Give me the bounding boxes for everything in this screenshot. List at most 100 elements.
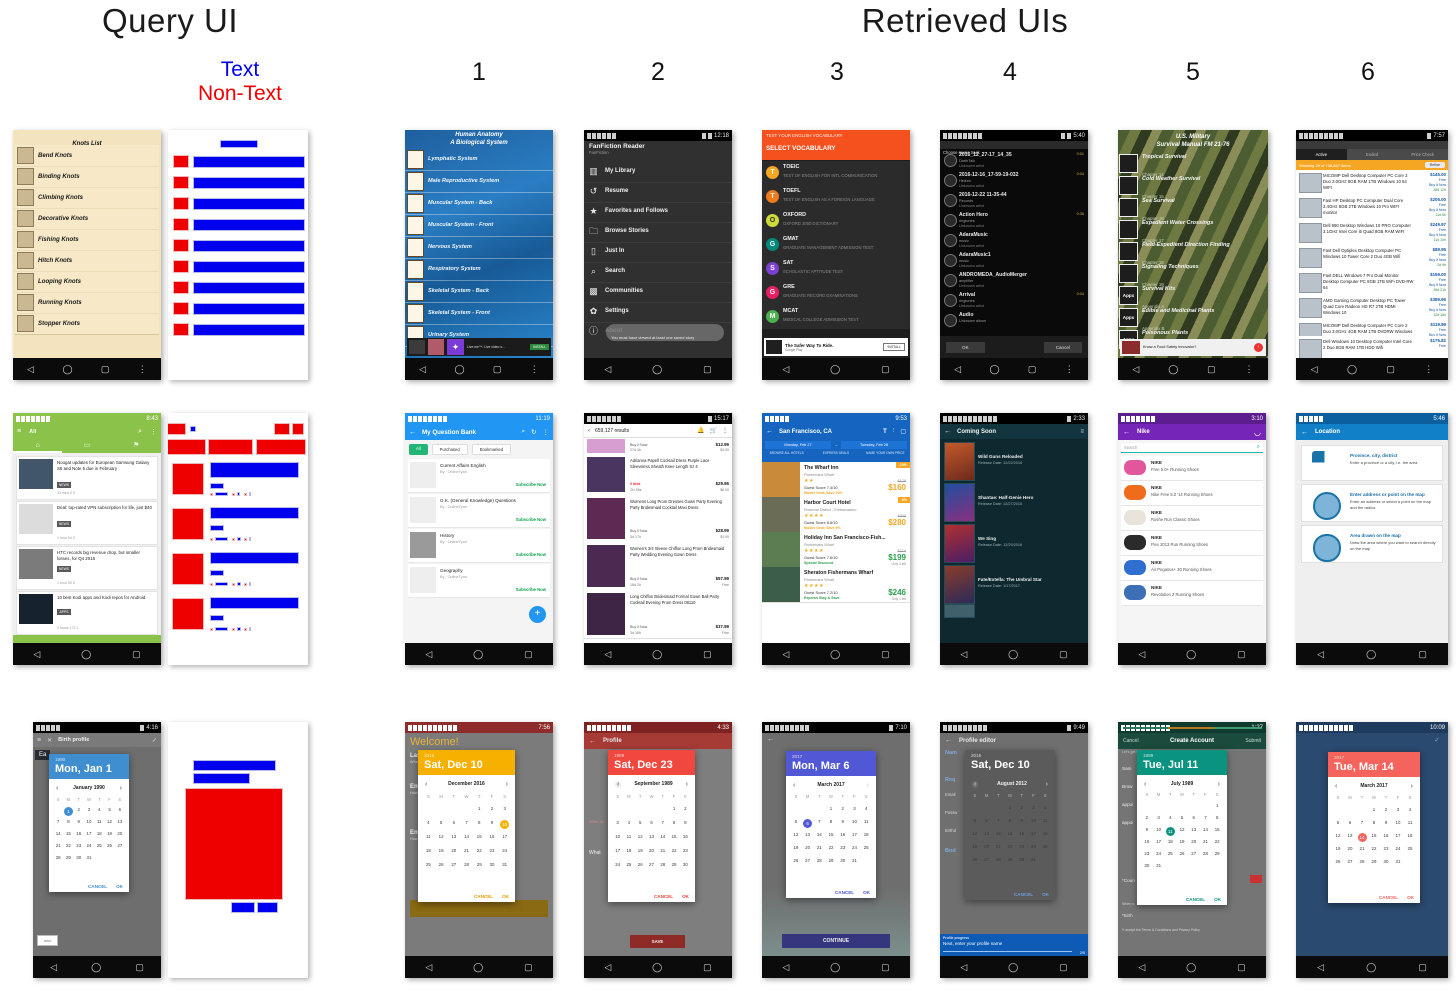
calendar-week[interactable]: 4 5 6 7 8 9 10 (422, 820, 511, 829)
calendar-week[interactable]: 5 6 7 8 9 10 11 (790, 819, 872, 828)
track-item[interactable]: ANDROMEDA_AudioMerger amplifier Unknown ar… (940, 270, 1088, 290)
recents-square-icon[interactable]: ▢ (881, 364, 890, 374)
android-navbar[interactable]: ◁ ◯ ▢ (33, 956, 161, 978)
subscribe-button[interactable]: Subscribe Now (516, 587, 546, 592)
recents-square-icon[interactable]: ▢ (881, 649, 890, 659)
retrieved-ui-r1c4[interactable]: 5:40 Choose music track 2016_12_27-17_14… (940, 130, 1088, 380)
android-navbar[interactable]: ◁ ◯ ▢ (762, 643, 910, 665)
home-circle-icon[interactable]: ◯ (830, 962, 840, 972)
list-item[interactable]: NIKE Free 5.0+ Running Shoes (1121, 456, 1263, 481)
menu-hamburger-icon[interactable]: ≡ (37, 737, 41, 744)
list-item[interactable]: Running Knots (15, 292, 159, 314)
dialog-date[interactable]: Tue, Jul 11 (1143, 759, 1198, 771)
back-arrow-icon[interactable]: ← (766, 428, 773, 435)
back-triangle-icon[interactable]: ◁ (782, 962, 789, 972)
android-navbar[interactable]: ◁ ◯ ▢ (405, 956, 553, 978)
menu-hamburger-icon[interactable]: ≡ (17, 428, 21, 435)
dialog-year[interactable]: 1989 (1143, 753, 1153, 758)
retrieved-ui-r3c3[interactable]: 7:10 ← CONTINUE 2017 Mon, Mar 6 ‹ March … (762, 722, 910, 978)
android-navbar[interactable]: ◁ ◯ ▢ (1118, 956, 1266, 978)
cancel-button[interactable]: CANCEL (88, 884, 107, 889)
tab-bar[interactable]: BROWSE ALL HOTELS EXPRESS DEALS NAME YOU… (762, 450, 910, 462)
list-item[interactable]: NIKE Revolution 2 Running Shoes (1121, 581, 1263, 606)
menu-item[interactable]: ⌕ Search (584, 261, 732, 283)
month-nav[interactable]: ‹ August 2012 › (965, 778, 1055, 790)
next-month-icon[interactable]: › (506, 781, 508, 788)
home-circle-icon[interactable]: ◯ (473, 649, 483, 659)
calendar-week[interactable]: 7 8 9 10 11 12 13 (53, 819, 125, 824)
product-row[interactable]: Buy It Now 27d 4h $12.99 $3.99 (584, 438, 732, 455)
date-to[interactable]: Tuesday, Feb 28 (841, 440, 907, 449)
ok-button[interactable]: OK (502, 894, 509, 899)
ok-button[interactable]: OK (1042, 892, 1049, 897)
app-bar[interactable]: ← Location (1296, 424, 1448, 440)
home-circle-icon[interactable]: ◯ (454, 364, 464, 374)
home-circle-icon[interactable]: ◯ (81, 649, 91, 659)
calendar-week[interactable]: 3456789 (612, 820, 691, 825)
back-triangle-icon[interactable]: ◁ (1138, 649, 1145, 659)
app-bar[interactable]: ← Profile editor (940, 733, 1088, 748)
calendar-week[interactable]: 1234 (969, 805, 1051, 810)
calendar-week[interactable]: 16 17 18 19 20 21 22 (1141, 839, 1223, 844)
list-item[interactable]: Appx Edible and Medicinal Plants Appendix … (1118, 306, 1268, 331)
query-ui-row1[interactable]: Knots List Bend Knots Binding Knots Clim… (13, 130, 161, 380)
date-range[interactable]: Monday, Feb 27 → Tuesday, Feb 28 (762, 439, 910, 450)
track-item[interactable]: 2016_12_27-17_14_35 DarthTalk Unknown arti… (940, 150, 1088, 170)
retrieved-ui-r3c2[interactable]: 4:33 ← Profile Write ab What SAVE 1989 S… (584, 722, 732, 978)
home-circle-icon[interactable]: ◯ (473, 962, 483, 972)
dialog-buttons[interactable]: CANCEL OK (1014, 892, 1049, 897)
month-nav[interactable]: ‹ September 1989 › (608, 778, 695, 790)
app-bar[interactable]: Cancel Create Account Submit (1118, 733, 1266, 749)
dialog-date[interactable]: Mon, Jan 1 (55, 763, 112, 775)
back-arrow-icon[interactable]: ← (767, 736, 774, 743)
calendar-week[interactable]: 26 27 28 29 30 31 (1332, 859, 1416, 864)
subscribe-button[interactable]: Subscribe Now (516, 517, 546, 522)
calendar-week[interactable]: 9 10 11 12 13 14 15 (1141, 827, 1223, 836)
calendar-week[interactable]: 12 13 14 15 16 17 18 (790, 832, 872, 837)
bell-icon[interactable]: 🔔 (697, 427, 704, 434)
list-item[interactable]: History By : OnlineTyari Subscribe Now (408, 529, 550, 563)
calendar-week[interactable]: 21 22 23 24 25 26 27 (53, 843, 125, 848)
radio-button[interactable] (944, 154, 957, 167)
dialog-year[interactable]: 1989 (614, 753, 624, 758)
ok-button[interactable]: OK (1214, 897, 1221, 902)
back-triangle-icon[interactable]: ◁ (604, 649, 611, 659)
ok-button[interactable]: OK (1407, 895, 1414, 900)
track-item[interactable]: Arrival ringtones Unknown artist 0:04 (940, 290, 1088, 310)
back-triangle-icon[interactable]: ◁ (954, 364, 961, 374)
list-item[interactable]: Current Affairs English By : OnlineTyari S… (408, 459, 550, 493)
android-navbar[interactable]: ◁ ◯ ▢ (584, 956, 732, 978)
overflow-dots-icon[interactable]: ⋮ (1065, 364, 1074, 374)
prev-month-icon[interactable]: ‹ (793, 782, 795, 789)
home-circle-icon[interactable]: ◯ (830, 649, 840, 659)
overflow-dots-icon[interactable]: ⋮ (1245, 364, 1254, 374)
android-navbar[interactable]: ◁ ◯ ▢ (405, 643, 553, 665)
back-triangle-icon[interactable]: ◁ (960, 962, 967, 972)
overflow-dots-icon[interactable]: ⋮ (150, 428, 157, 436)
product-row[interactable]: Long Chiffon Bridesmaid Formal Gown Ball… (584, 590, 732, 639)
calendar-week[interactable]: 5 6 7 8 9 10 11 (1332, 820, 1416, 825)
android-navbar[interactable]: ◁ ◯ ▢ (584, 643, 732, 665)
date-picker-dialog[interactable]: 2016 Sat, Dec 10 ‹ December 2016 › SMTWT… (418, 750, 515, 902)
list-item[interactable]: G GMAT GRADUATE MANAGEMENT ADMISSION TES… (762, 233, 910, 258)
game-item[interactable]: Wild Guns Reloaded Release Date: 12/22/2… (940, 440, 1088, 481)
calendar-week[interactable]: 5 6 7 8 9 10 11 (969, 818, 1051, 823)
android-navbar[interactable]: ◁ ◯ ▢ (1296, 643, 1448, 665)
list-item[interactable]: G.K. (General Knowledge) Questions By : O… (408, 494, 550, 528)
recents-square-icon[interactable]: ▢ (703, 364, 712, 374)
search-icon[interactable]: ⌕ (1257, 444, 1260, 451)
back-triangle-icon[interactable]: ◁ (1138, 962, 1145, 972)
search-input[interactable]: Search ⌕ (1121, 443, 1263, 453)
subscribe-button[interactable]: Subscribe Now (516, 552, 546, 557)
tab-bookmarks[interactable]: ⚑ (112, 439, 161, 453)
calendar-week[interactable]: 1 (1141, 803, 1223, 808)
product-row[interactable]: Womens Long Prom Dresses Gown Party Even… (584, 495, 732, 543)
calendar-week[interactable]: 26 27 28 29 30 31 (790, 858, 872, 863)
date-picker-dialog[interactable]: 1989 Tue, Jul 11 ‹ July 1989 › SMTWTFS 1… (1137, 750, 1227, 905)
list-item[interactable]: T TOEFL TEST OF ENGLISH AS A FOREIGN LAN… (762, 185, 910, 210)
app-bar[interactable]: ← My Question Bank ⌕ ↻ ⋮ (405, 424, 553, 440)
list-item[interactable]: Geography By : OnlineTyari Subscribe Now (408, 564, 550, 598)
retrieved-ui-r2c3[interactable]: 9:53 ← San Francisco, CA T ⫶ ▢ Monday, F… (762, 413, 910, 665)
menu-item[interactable]: 🗀 Browse Stories (584, 221, 732, 243)
back-arrow-icon[interactable]: ‹ (588, 428, 590, 434)
